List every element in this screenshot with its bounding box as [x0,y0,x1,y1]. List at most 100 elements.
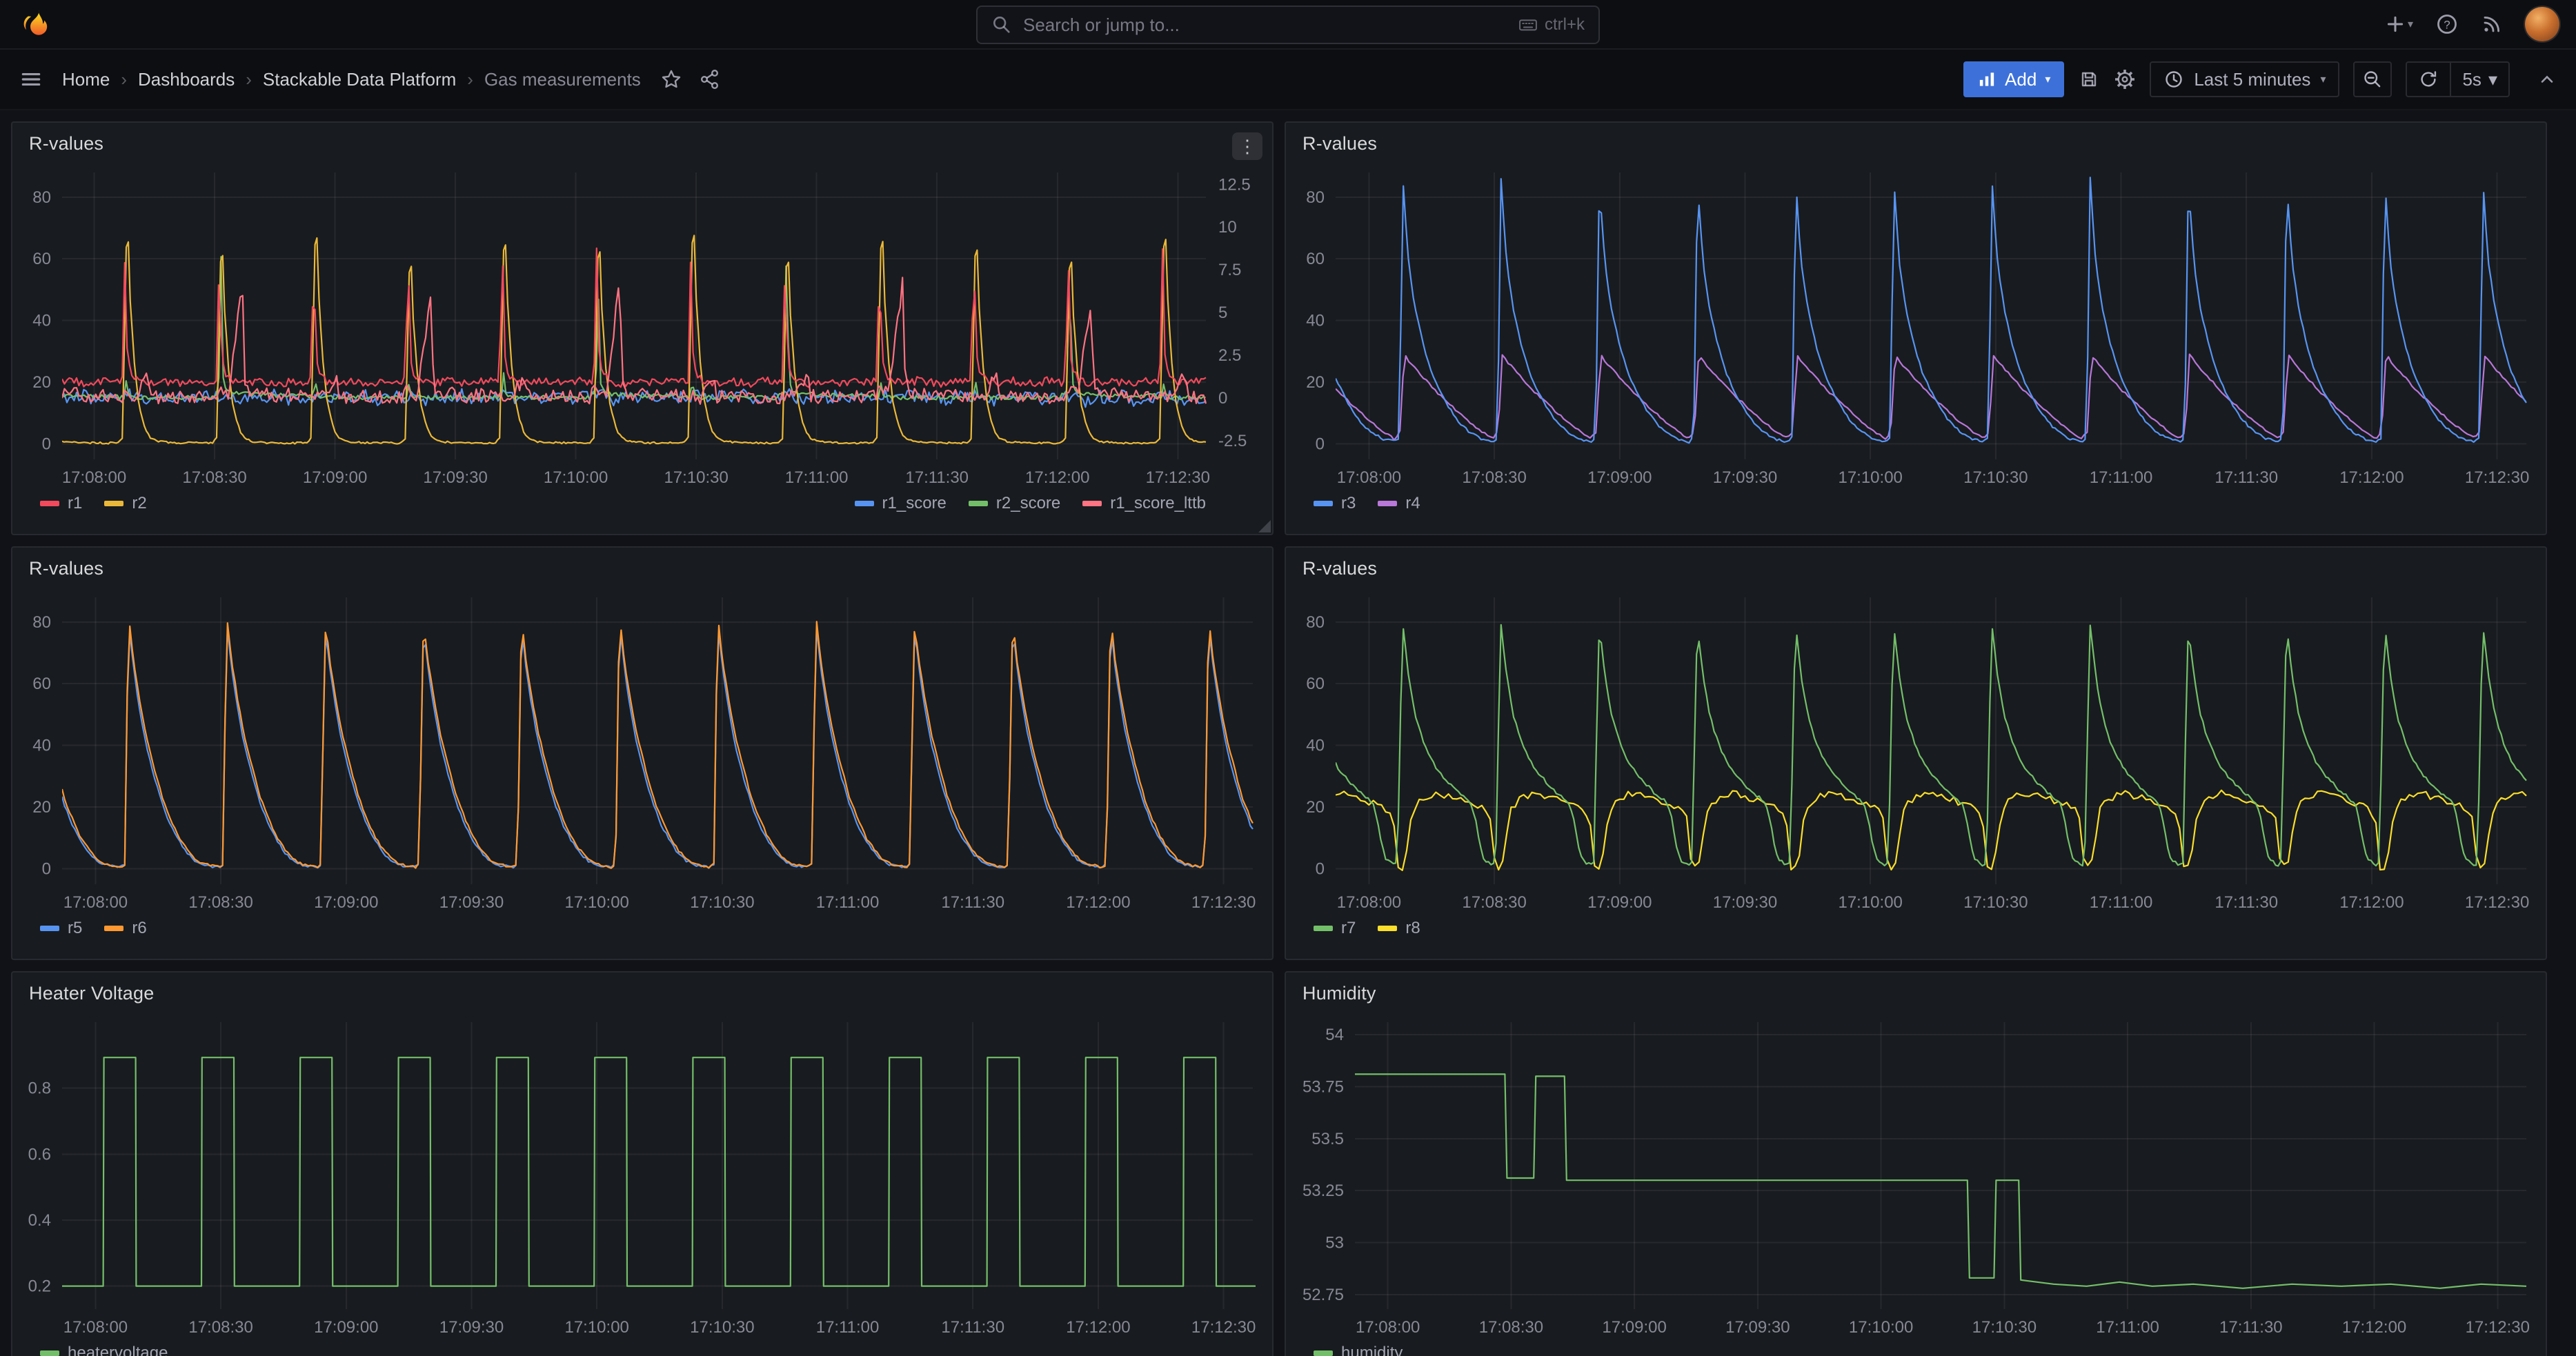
save-dashboard-button[interactable] [2078,61,2100,97]
panel-title[interactable]: Humidity [1302,983,1376,1004]
y-axis-labels: 52.755353.2553.553.7554 [1302,1026,1344,1304]
svg-text:40: 40 [1306,737,1325,755]
panel-title[interactable]: R-values [29,558,103,579]
svg-text:17:10:30: 17:10:30 [1963,468,2028,487]
legend-item-r3[interactable]: r3 [1314,494,1356,513]
grafana-logo-icon[interactable] [19,6,55,42]
dashboard-settings-button[interactable] [2114,61,2136,97]
svg-text:17:10:30: 17:10:30 [664,468,728,487]
svg-text:17:09:00: 17:09:00 [1602,1318,1666,1337]
series-lines [6,1057,1380,1286]
panel-chart[interactable]: 17:08:0017:08:3017:09:0017:09:3017:10:00… [12,548,1272,959]
legend-item-r2[interactable]: r2 [104,494,146,513]
user-avatar[interactable] [2525,7,2559,41]
legend-item-r2_score[interactable]: r2_score [969,494,1060,513]
panel-title[interactable]: R-values [1302,133,1377,154]
legend-item-r8[interactable]: r8 [1378,919,1420,938]
breadcrumb-current: Gas measurements [484,69,641,90]
svg-text:20: 20 [32,798,51,817]
svg-text:17:12:30: 17:12:30 [2465,893,2529,912]
svg-text:17:11:30: 17:11:30 [941,1318,1004,1337]
panel-3-r-values: R-values17:08:0017:08:3017:09:0017:09:30… [1285,546,2547,960]
svg-text:17:12:00: 17:12:00 [1025,468,1089,487]
svg-text:52.75: 52.75 [1302,1286,1344,1304]
refresh-interval-picker[interactable]: 5s ▾ [2451,63,2508,96]
legend-swatch [104,501,123,506]
zoom-out-button[interactable] [2353,61,2392,97]
search-shortcut-hint: ctrl+k [1518,15,1585,34]
share-button[interactable] [699,61,721,97]
legend-item-r7[interactable]: r7 [1314,919,1356,938]
series-r3[interactable] [1336,177,2526,443]
add-panel-button[interactable]: Add ▾ [1963,61,2064,97]
svg-text:17:08:00: 17:08:00 [1337,468,1401,487]
panel-chart[interactable]: 17:08:0017:08:3017:09:0017:09:3017:10:00… [1286,548,2546,959]
legend-swatch [855,501,874,506]
plus-icon [2384,13,2406,35]
time-range-picker[interactable]: Last 5 minutes ▾ [2150,61,2339,97]
series-r1_score_lttb[interactable] [62,277,1206,403]
panel-header: Heater Voltage [12,973,1272,1014]
legend-item-heatervoltage[interactable]: heatervoltage [40,1344,168,1356]
legend-item-humidity[interactable]: humidity [1314,1344,1403,1356]
series-r2_score[interactable] [62,257,1205,399]
panel-chart[interactable]: 17:08:0017:08:3017:09:0017:09:3017:10:00… [12,123,1272,534]
panel-chart[interactable]: 17:08:0017:08:3017:09:0017:09:3017:10:00… [12,973,1272,1356]
x-axis-labels: 17:08:0017:08:3017:09:0017:09:3017:10:00… [1356,1318,2530,1337]
dashboard-grid: R-values⋮17:08:0017:08:3017:09:0017:09:3… [0,110,2576,1356]
series-r8[interactable] [1336,790,2526,870]
panel-title[interactable]: Heater Voltage [29,983,154,1004]
panel-title[interactable]: R-values [1302,558,1377,579]
svg-text:53.5: 53.5 [1311,1130,1344,1148]
panel-chart[interactable]: 17:08:0017:08:3017:09:0017:09:3017:10:00… [1286,123,2546,534]
series-heatervoltage[interactable] [6,1057,1380,1286]
panel-title[interactable]: R-values [29,133,103,154]
legend-swatch [40,926,59,931]
panel-legend: humidity [1314,1342,2479,1356]
breadcrumb-home[interactable]: Home [62,69,110,90]
legend-item-r1_score_lttb[interactable]: r1_score_lttb [1082,494,1206,513]
favorite-star-button[interactable] [660,61,682,97]
panel-chart[interactable]: 17:08:0017:08:3017:09:0017:09:3017:10:00… [1286,973,2546,1356]
series-r1[interactable] [62,248,1206,387]
series-r5[interactable] [62,628,1253,868]
series-r2[interactable] [62,235,1206,443]
svg-text:17:11:30: 17:11:30 [2215,468,2278,487]
help-button[interactable]: ? [2435,6,2459,42]
legend-item-r6[interactable]: r6 [104,919,146,938]
panel-menu-button[interactable]: ⋮ [1232,132,1262,160]
breadcrumb-dashboards[interactable]: Dashboards [138,69,235,90]
gridlines [1355,1022,2526,1309]
svg-text:53: 53 [1325,1234,1344,1253]
legend-item-r1[interactable]: r1 [40,494,82,513]
search-input[interactable]: Search or jump to... ctrl+k [976,6,1600,44]
legend-item-r4[interactable]: r4 [1378,494,1420,513]
panel-legend: r5 r6 [40,917,1206,939]
graph-bar-icon [1977,70,1997,89]
refresh-button[interactable] [2407,63,2450,96]
new-menu-button[interactable]: ▾ [2384,6,2413,42]
panel-resize-handle[interactable] [1258,520,1271,532]
panel-legend: r1 r2 r1_score r2_score r1_score_lttb [40,492,1206,515]
legend-item-r1_score[interactable]: r1_score [855,494,947,513]
svg-text:17:11:00: 17:11:00 [816,1318,880,1337]
chevron-up-icon [2537,70,2557,89]
collapse-topbar-button[interactable] [2537,61,2557,97]
breadcrumb-folder[interactable]: Stackable Data Platform [263,69,456,90]
svg-text:17:08:30: 17:08:30 [188,893,252,912]
mega-menu-toggle[interactable] [19,61,43,97]
share-icon [699,68,721,90]
svg-text:17:09:30: 17:09:30 [1725,1318,1790,1337]
svg-text:17:10:00: 17:10:00 [564,893,628,912]
svg-text:0: 0 [1218,389,1227,408]
y-axis-labels: 020406080 [32,188,51,454]
news-button[interactable] [2481,6,2503,42]
svg-text:17:10:30: 17:10:30 [1963,893,2028,912]
svg-text:17:11:30: 17:11:30 [905,468,969,487]
legend-swatch [40,501,59,506]
legend-item-r5[interactable]: r5 [40,919,82,938]
series-humidity[interactable] [1355,1074,2526,1288]
x-axis-labels: 17:08:0017:08:3017:09:0017:09:3017:10:00… [1337,468,2530,487]
dashboard-toolbar: Home › Dashboards › Stackable Data Platf… [0,50,2576,110]
help-icon: ? [2435,12,2459,36]
